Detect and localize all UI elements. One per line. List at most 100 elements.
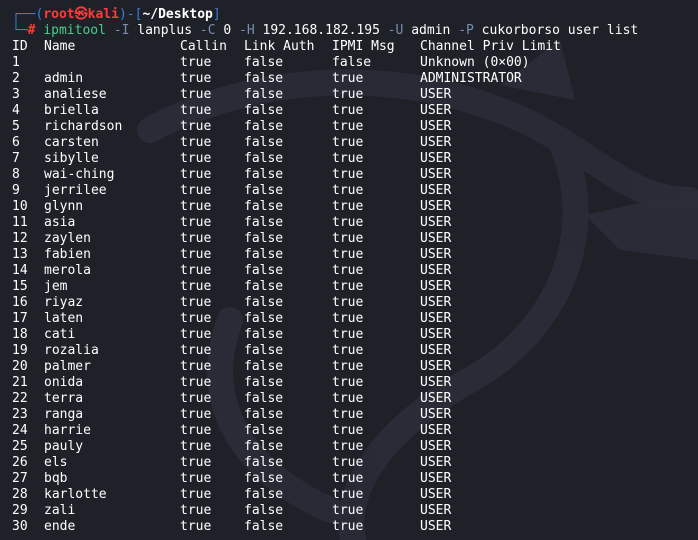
cell-name: cati	[44, 327, 76, 342]
cell-channel-priv-limit: USER	[420, 471, 452, 486]
cell-channel-priv-limit: USER	[420, 183, 452, 198]
cell-channel-priv-limit: USER	[420, 455, 452, 470]
table-row: 7 sibylle true false true USER	[12, 151, 698, 167]
header-link-auth: Link Auth	[244, 39, 315, 54]
cell-link-auth: false	[244, 71, 284, 86]
cell-callin: true	[180, 87, 212, 102]
cell-channel-priv-limit: USER	[420, 375, 452, 390]
header-ipmi-msg: IPMI Msg	[332, 39, 395, 54]
cell-callin: true	[180, 423, 212, 438]
cell-callin: true	[180, 279, 212, 294]
cell-channel-priv-limit: USER	[420, 439, 452, 454]
cell-name: palmer	[44, 359, 91, 374]
command-argument: 0	[223, 23, 232, 38]
command-option: -H	[239, 23, 255, 38]
prompt-corner-top: ┌──(	[12, 7, 44, 22]
cell-id: 2	[12, 71, 20, 86]
cell-name: harrie	[44, 423, 91, 438]
cell-name: richardson	[44, 119, 123, 134]
cell-ipmi-msg: true	[332, 503, 364, 518]
cell-ipmi-msg: true	[332, 263, 364, 278]
cell-id: 7	[12, 151, 20, 166]
terminal-window[interactable]: ┌──(root㉿kali)-[~/Desktop] └─# ipmitool …	[0, 0, 698, 540]
cell-ipmi-msg: true	[332, 215, 364, 230]
cell-id: 29	[12, 503, 28, 518]
cell-link-auth: false	[244, 343, 284, 358]
cell-channel-priv-limit: USER	[420, 247, 452, 262]
cell-name: els	[44, 455, 68, 470]
prompt-host: kali	[87, 7, 119, 22]
cell-callin: true	[180, 503, 212, 518]
cell-callin: true	[180, 231, 212, 246]
cell-link-auth: false	[244, 151, 284, 166]
header-id: ID	[12, 39, 28, 54]
cell-ipmi-msg: true	[332, 183, 364, 198]
cell-id: 13	[12, 247, 28, 262]
cell-channel-priv-limit: USER	[420, 119, 452, 134]
cell-id: 12	[12, 231, 28, 246]
command-program: ipmitool	[43, 23, 106, 38]
table-row: 30 ende true false true USER	[12, 519, 698, 535]
cell-callin: true	[180, 311, 212, 326]
table-row: 27 bqb true false true USER	[12, 471, 698, 487]
command-option: -I	[113, 23, 130, 38]
command-line[interactable]: └─# ipmitool -I lanplus -C 0 -H 192.168.…	[12, 23, 698, 39]
cell-callin: true	[180, 407, 212, 422]
cell-id: 20	[12, 359, 28, 374]
table-row: 26 els true false true USER	[12, 455, 698, 471]
cell-callin: true	[180, 151, 212, 166]
cell-channel-priv-limit: USER	[420, 327, 452, 342]
cell-ipmi-msg: true	[332, 359, 364, 374]
cell-callin: true	[180, 359, 212, 374]
cell-id: 25	[12, 439, 28, 454]
cell-ipmi-msg: true	[332, 151, 364, 166]
cell-callin: true	[180, 391, 212, 406]
cell-id: 26	[12, 455, 28, 470]
cell-ipmi-msg: true	[332, 375, 364, 390]
cell-ipmi-msg: true	[332, 295, 364, 310]
cell-ipmi-msg: true	[332, 311, 364, 326]
cell-link-auth: false	[244, 455, 284, 470]
table-row: 15 jem true false true USER	[12, 279, 698, 295]
cell-callin: true	[180, 519, 212, 534]
cell-name: karlotte	[44, 487, 107, 502]
cell-ipmi-msg: false	[332, 55, 372, 70]
cell-id: 24	[12, 423, 28, 438]
table-row: 8 wai-ching true false true USER	[12, 167, 698, 183]
cell-name: ende	[44, 519, 76, 534]
cell-name: bqb	[44, 471, 68, 486]
cell-ipmi-msg: true	[332, 423, 364, 438]
cell-link-auth: false	[244, 247, 284, 262]
cell-ipmi-msg: true	[332, 455, 364, 470]
prompt-corner-bottom: └─	[12, 23, 28, 38]
cell-channel-priv-limit: USER	[420, 199, 452, 214]
prompt-close: ]	[212, 7, 221, 22]
table-row: 10 glynn true false true USER	[12, 199, 698, 215]
table-row: 11 asia true false true USER	[12, 215, 698, 231]
command-option: -C	[199, 23, 216, 38]
header-channel-priv-limit: Channel Priv Limit	[420, 39, 561, 54]
cell-callin: true	[180, 55, 212, 70]
cell-callin: true	[180, 439, 212, 454]
table-row: 1 true false false Unknown (0×00)	[12, 55, 698, 71]
skull-icon: ㉿	[74, 7, 88, 22]
cell-name: glynn	[44, 199, 84, 214]
table-row: 21 onida true false true USER	[12, 375, 698, 391]
cell-ipmi-msg: true	[332, 343, 364, 358]
table-row: 14 merola true false true USER	[12, 263, 698, 279]
cell-link-auth: false	[244, 215, 284, 230]
cell-channel-priv-limit: USER	[420, 103, 452, 118]
cell-link-auth: false	[244, 183, 284, 198]
cell-ipmi-msg: true	[332, 279, 364, 294]
prompt-user: root	[43, 7, 75, 22]
cell-link-auth: false	[244, 375, 284, 390]
table-row: 6 carsten true false true USER	[12, 135, 698, 151]
cell-callin: true	[180, 375, 212, 390]
cell-link-auth: false	[244, 391, 284, 406]
cell-link-auth: false	[244, 199, 284, 214]
cell-callin: true	[180, 455, 212, 470]
cell-link-auth: false	[244, 135, 284, 150]
prompt-path: ~/Desktop	[142, 7, 213, 22]
cell-ipmi-msg: true	[332, 407, 364, 422]
cell-callin: true	[180, 183, 212, 198]
